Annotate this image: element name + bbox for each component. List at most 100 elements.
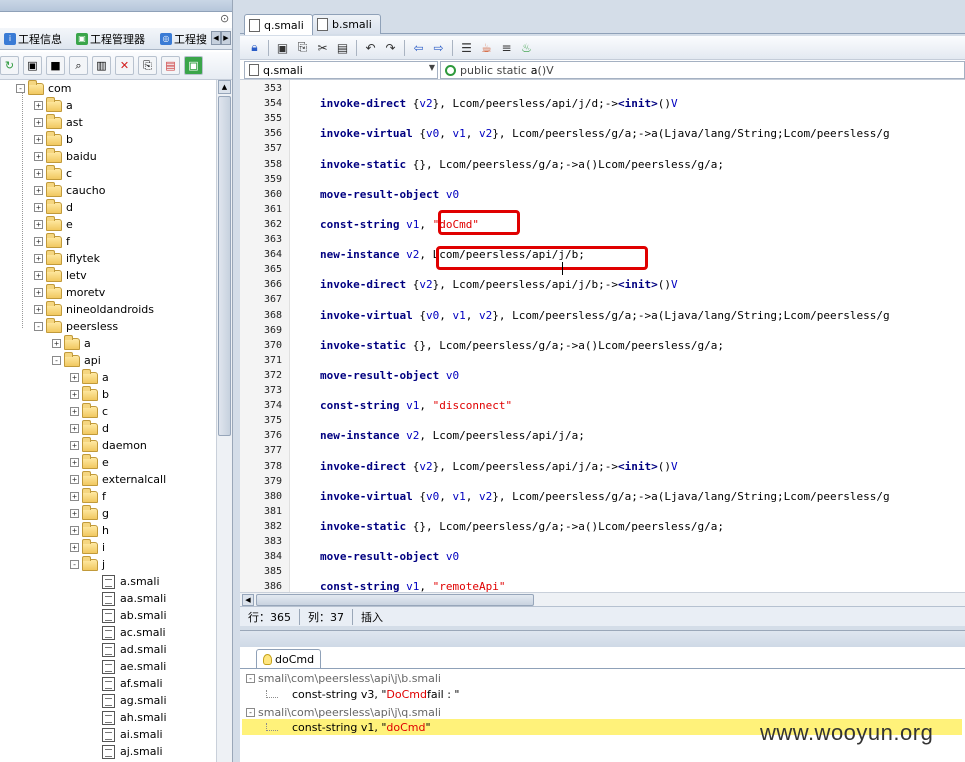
- tab-project-info[interactable]: i 工程信息: [4, 30, 62, 48]
- lock-icon[interactable]: 🔒︎: [246, 39, 263, 56]
- expand-icon[interactable]: +: [34, 305, 43, 314]
- result-match-b[interactable]: const-string v3, " DoCmd fail : ": [266, 686, 459, 702]
- decompile-icon[interactable]: ♨: [518, 39, 535, 56]
- expand-icon[interactable]: +: [34, 203, 43, 212]
- tree-folder-item[interactable]: + b: [34, 130, 73, 148]
- collapse-icon[interactable]: -: [246, 707, 255, 717]
- scroll-left-icon[interactable]: ◀: [242, 594, 254, 606]
- tree-folder-item[interactable]: - api: [52, 351, 101, 369]
- tree-folder-item[interactable]: + c: [70, 402, 108, 420]
- tree-scrollbar[interactable]: ▲: [216, 80, 232, 762]
- tree-folder-item[interactable]: + moretv: [34, 283, 105, 301]
- scrollbar-thumb[interactable]: [218, 96, 231, 436]
- expand-icon[interactable]: +: [52, 339, 61, 348]
- tree-file-item[interactable]: af.smali: [102, 675, 163, 692]
- tree-file-item[interactable]: ai.smali: [102, 726, 163, 743]
- tree-file-item[interactable]: aa.smali: [102, 590, 166, 607]
- expand-icon[interactable]: +: [70, 458, 79, 467]
- screen-icon[interactable]: ▣: [23, 56, 42, 75]
- redo-icon[interactable]: ↷: [382, 39, 399, 56]
- cut-icon[interactable]: ✂: [314, 39, 331, 56]
- tree-folder-item[interactable]: + letv: [34, 266, 87, 284]
- expand-icon[interactable]: +: [70, 492, 79, 501]
- stop-icon[interactable]: ■: [46, 56, 65, 75]
- tree-file-item[interactable]: aj.smali: [102, 743, 163, 760]
- collapse-icon[interactable]: -: [34, 322, 43, 331]
- format-icon[interactable]: ☰: [458, 39, 475, 56]
- scrollbar-thumb[interactable]: [256, 594, 534, 606]
- result-file-q[interactable]: - smali\com\peersless\api\j\q.smali: [246, 704, 441, 720]
- tree-folder-item[interactable]: + iflytek: [34, 249, 100, 267]
- tab-b-smali[interactable]: b.smali: [312, 14, 381, 34]
- tab-search-docmd[interactable]: doCmd: [256, 649, 322, 669]
- tree-file-item[interactable]: ab.smali: [102, 607, 167, 624]
- tree-folder-item[interactable]: + nineoldandroids: [34, 300, 154, 318]
- tab-project-manager[interactable]: ▣ 工程管理器: [76, 30, 145, 48]
- panel-minimize-icon[interactable]: ⊙: [220, 12, 229, 25]
- tree-file-item[interactable]: ae.smali: [102, 658, 166, 675]
- tree-folder-item[interactable]: + baidu: [34, 147, 97, 165]
- tab-scroll-arrows[interactable]: ◀ ▶: [211, 31, 231, 45]
- expand-icon[interactable]: +: [34, 220, 43, 229]
- tree-file-item[interactable]: ac.smali: [102, 624, 166, 641]
- tab-q-smali[interactable]: q.smali: [244, 14, 313, 35]
- tree-folder-item[interactable]: + f: [34, 232, 70, 250]
- scroll-right-icon[interactable]: ▶: [221, 31, 231, 45]
- back-icon[interactable]: ⇦: [410, 39, 427, 56]
- tree-folder-item[interactable]: + a: [52, 334, 91, 352]
- expand-icon[interactable]: +: [34, 186, 43, 195]
- tree-folder-item[interactable]: + g: [70, 504, 109, 522]
- scroll-up-icon[interactable]: ▲: [218, 80, 231, 94]
- expand-icon[interactable]: +: [34, 237, 43, 246]
- tab-project-search[interactable]: ◎ 工程搜: [160, 30, 207, 48]
- code-editor[interactable]: 353 354 355 356 357 358 359 360 361 362 363 364 365 3…: [240, 80, 965, 592]
- expand-icon[interactable]: +: [34, 152, 43, 161]
- expand-icon[interactable]: +: [34, 135, 43, 144]
- delete-icon[interactable]: ✕: [115, 56, 134, 75]
- paste-icon[interactable]: ▤: [334, 39, 351, 56]
- collapse-icon[interactable]: -: [52, 356, 61, 365]
- tree-folder-item[interactable]: + i: [70, 538, 105, 556]
- copy-icon[interactable]: ⎘: [294, 39, 311, 56]
- expand-icon[interactable]: +: [70, 509, 79, 518]
- tree-folder-item[interactable]: + b: [70, 385, 109, 403]
- java-icon[interactable]: ☕︎: [478, 39, 495, 56]
- expand-icon[interactable]: +: [70, 424, 79, 433]
- expand-icon[interactable]: +: [34, 101, 43, 110]
- collapse-icon[interactable]: -: [70, 560, 79, 569]
- tree-folder-item[interactable]: + d: [34, 198, 73, 216]
- expand-icon[interactable]: +: [70, 441, 79, 450]
- tree-file-item[interactable]: ah.smali: [102, 709, 167, 726]
- tree-folder-item[interactable]: + a: [34, 96, 73, 114]
- expand-icon[interactable]: +: [70, 526, 79, 535]
- collapse-icon[interactable]: -: [16, 84, 25, 93]
- rename-icon[interactable]: ⎘: [138, 56, 157, 75]
- forward-icon[interactable]: ⇨: [430, 39, 447, 56]
- tree-folder-item[interactable]: -j: [70, 555, 105, 573]
- tree-folder-item[interactable]: + a: [70, 368, 109, 386]
- expand-icon[interactable]: +: [70, 407, 79, 416]
- scroll-left-icon[interactable]: ◀: [211, 31, 221, 45]
- save-icon[interactable]: ▣: [274, 39, 291, 56]
- expand-icon[interactable]: +: [34, 118, 43, 127]
- tree-folder-item[interactable]: + externalcall: [70, 470, 166, 488]
- undo-icon[interactable]: ↶: [362, 39, 379, 56]
- tree-folder-item[interactable]: + e: [34, 215, 73, 233]
- refresh-icon[interactable]: ↻: [0, 56, 19, 75]
- tree-folder-item[interactable]: + c: [34, 164, 72, 182]
- method-dropdown[interactable]: public static a ()V: [440, 61, 965, 79]
- expand-icon[interactable]: +: [34, 271, 43, 280]
- expand-icon[interactable]: +: [34, 254, 43, 263]
- find-icon[interactable]: ⌕: [69, 56, 88, 75]
- pdf-icon[interactable]: ▤: [161, 56, 180, 75]
- android-icon[interactable]: ▣: [184, 56, 203, 75]
- tree-file-item[interactable]: a.smali: [102, 573, 160, 590]
- book-icon[interactable]: ▥: [92, 56, 111, 75]
- expand-icon[interactable]: +: [70, 390, 79, 399]
- code-horizontal-scrollbar[interactable]: ◀: [240, 592, 965, 606]
- tree-folder-item[interactable]: + ast: [34, 113, 83, 131]
- file-dropdown[interactable]: q.smali ▼: [244, 61, 438, 79]
- collapse-icon[interactable]: -: [246, 673, 255, 683]
- tree-file-item[interactable]: ad.smali: [102, 641, 167, 658]
- tree-folder-item[interactable]: + caucho: [34, 181, 106, 199]
